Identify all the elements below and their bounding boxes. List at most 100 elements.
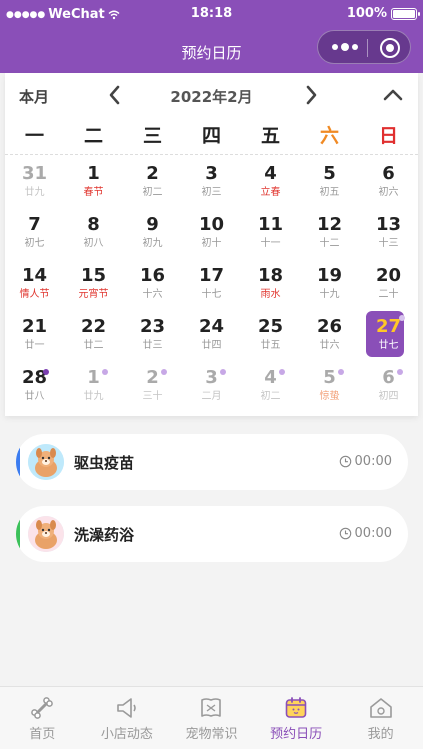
appointment-time: 00:00 [339,526,392,541]
appointment-dot [161,369,167,375]
calendar-day[interactable]: 15 元宵节 [64,259,123,310]
calendar-day[interactable]: 17 十七 [182,259,241,310]
status-right: 100% [347,6,420,21]
appointment-card[interactable]: 洗澡药浴 00:00 [16,506,408,562]
day-number: 24 [198,316,225,337]
lunar-date: 十九 [319,289,340,300]
tab-bone[interactable]: 首页 [0,687,85,749]
capsule-divider [367,39,368,57]
lunar-date: 初十 [201,238,222,249]
calendar-day[interactable]: 16 十六 [123,259,182,310]
day-number: 7 [28,214,41,235]
calendar-day[interactable]: 25 廿五 [241,310,300,361]
status-bar: ●●●●● WeChat 18:18 100% [0,0,423,28]
calendar-day[interactable]: 2 三十 [123,361,182,412]
appointment-dot [397,369,403,375]
clock-icon [339,527,351,540]
calendar-day[interactable]: 7 初七 [5,208,64,259]
calendar-day[interactable]: 8 初八 [64,208,123,259]
weekday-label: 三 [142,125,162,147]
tab-book[interactable]: 宠物常识 [169,687,254,749]
calendar-day[interactable]: 21 廿一 [5,310,64,361]
bone-icon [31,697,54,719]
lunar-date: 初四 [378,391,399,402]
calendar-day[interactable]: 11 十一 [241,208,300,259]
calendar-day[interactable]: 31 廿九 [5,157,64,208]
calendar-day[interactable]: 26 廿六 [300,310,359,361]
festival-label: 雨水 [260,289,281,300]
close-target-icon[interactable] [380,38,400,58]
house-icon [369,698,392,718]
calendar-day[interactable]: 1 春节 [64,157,123,208]
tab-megaphone[interactable]: 小店动态 [85,687,170,749]
more-icon[interactable] [332,43,358,51]
weekday-label: 四 [201,125,221,147]
calendar-week-row: 28 廿八 1 廿九 2 三十 3 二月 4 初二 5 惊蛰 6 初四 [5,361,418,412]
day-number: 13 [375,214,402,235]
calendar-week-row: 7 初七 8 初八 9 初九 10 初十 11 十一 12 十二 13 十三 [5,208,418,259]
day-number: 19 [316,265,343,286]
weekday-label: 日 [378,125,398,147]
calendar-day[interactable]: 5 惊蛰 [300,361,359,412]
calendar-day[interactable]: 22 廿二 [64,310,123,361]
calendar-day[interactable]: 20 二十 [359,259,418,310]
weekday-label: 六 [319,125,339,147]
collapse-chevron-up-icon[interactable] [381,83,405,107]
weekday-row: 一二三四五六日 [5,117,418,155]
calendar-day[interactable]: 4 初二 [241,361,300,412]
appointment-card[interactable]: 驱虫疫苗 00:00 [16,434,408,490]
calendar-day[interactable]: 9 初九 [123,208,182,259]
lunar-date: 十七 [201,289,222,300]
day-number: 20 [375,265,402,286]
calendar-day[interactable]: 3 初三 [182,157,241,208]
lunar-date: 廿三 [142,340,163,351]
calendar-day[interactable]: 5 初五 [300,157,359,208]
calendar-day[interactable]: 2 初二 [123,157,182,208]
weekday-label: 二 [83,125,103,147]
nav-bar: 预约日历 [0,28,423,73]
lunar-date: 初二 [260,391,281,402]
lunar-date: 初八 [83,238,104,249]
day-number: 22 [80,316,107,337]
mini-program-capsule [317,30,411,64]
day-number: 1 [87,367,100,388]
appointment-title: 驱虫疫苗 [74,454,135,472]
calendar-day[interactable]: 4 立春 [241,157,300,208]
lunar-date: 廿一 [24,340,45,351]
lunar-date: 初九 [142,238,163,249]
lunar-date: 二月 [201,391,222,402]
calendar-day[interactable]: 6 初六 [359,157,418,208]
lunar-date: 廿六 [319,340,340,351]
next-month-icon[interactable] [299,83,323,107]
calendar-day[interactable]: 1 廿九 [64,361,123,412]
calendar-day[interactable]: 13 十三 [359,208,418,259]
calendar-day[interactable]: 10 初十 [182,208,241,259]
calendar-grid: 31 廿九 1 春节 2 初二 3 初三 4 立春 5 初五 6 初六 7 初七 8 初八 9 初九 10 初十 11 十一 1… [5,157,418,412]
day-number: 25 [257,316,284,337]
day-number: 15 [80,265,107,286]
calendar-day[interactable]: 19 十九 [300,259,359,310]
calendar-day[interactable]: 12 十二 [300,208,359,259]
tab-house[interactable]: 我的 [338,687,423,749]
calendar-day[interactable]: 18 雨水 [241,259,300,310]
day-number: 1 [87,163,100,184]
calendar-day[interactable]: 14 情人节 [5,259,64,310]
lunar-date: 十一 [260,238,281,249]
calendar-day[interactable]: 23 廿三 [123,310,182,361]
calendar-day[interactable]: 28 廿八 [5,361,64,412]
tab-calendar[interactable]: 预约日历 [254,687,339,749]
day-number: 2 [146,367,159,388]
appointment-time-text: 00:00 [354,526,392,541]
battery-icon [391,7,420,20]
day-number: 16 [139,265,166,286]
appointment-color-bar [16,506,20,562]
calendar-day[interactable]: 3 二月 [182,361,241,412]
day-number: 28 [21,367,48,388]
calendar-day-selected[interactable]: 27 廿七 [359,310,418,361]
calendar-day[interactable]: 6 初四 [359,361,418,412]
calendar-day[interactable]: 24 廿四 [182,310,241,361]
festival-label: 元宵节 [78,289,109,300]
lunar-date: 初三 [201,187,222,198]
day-number: 10 [198,214,225,235]
appointment-time: 00:00 [339,454,392,469]
